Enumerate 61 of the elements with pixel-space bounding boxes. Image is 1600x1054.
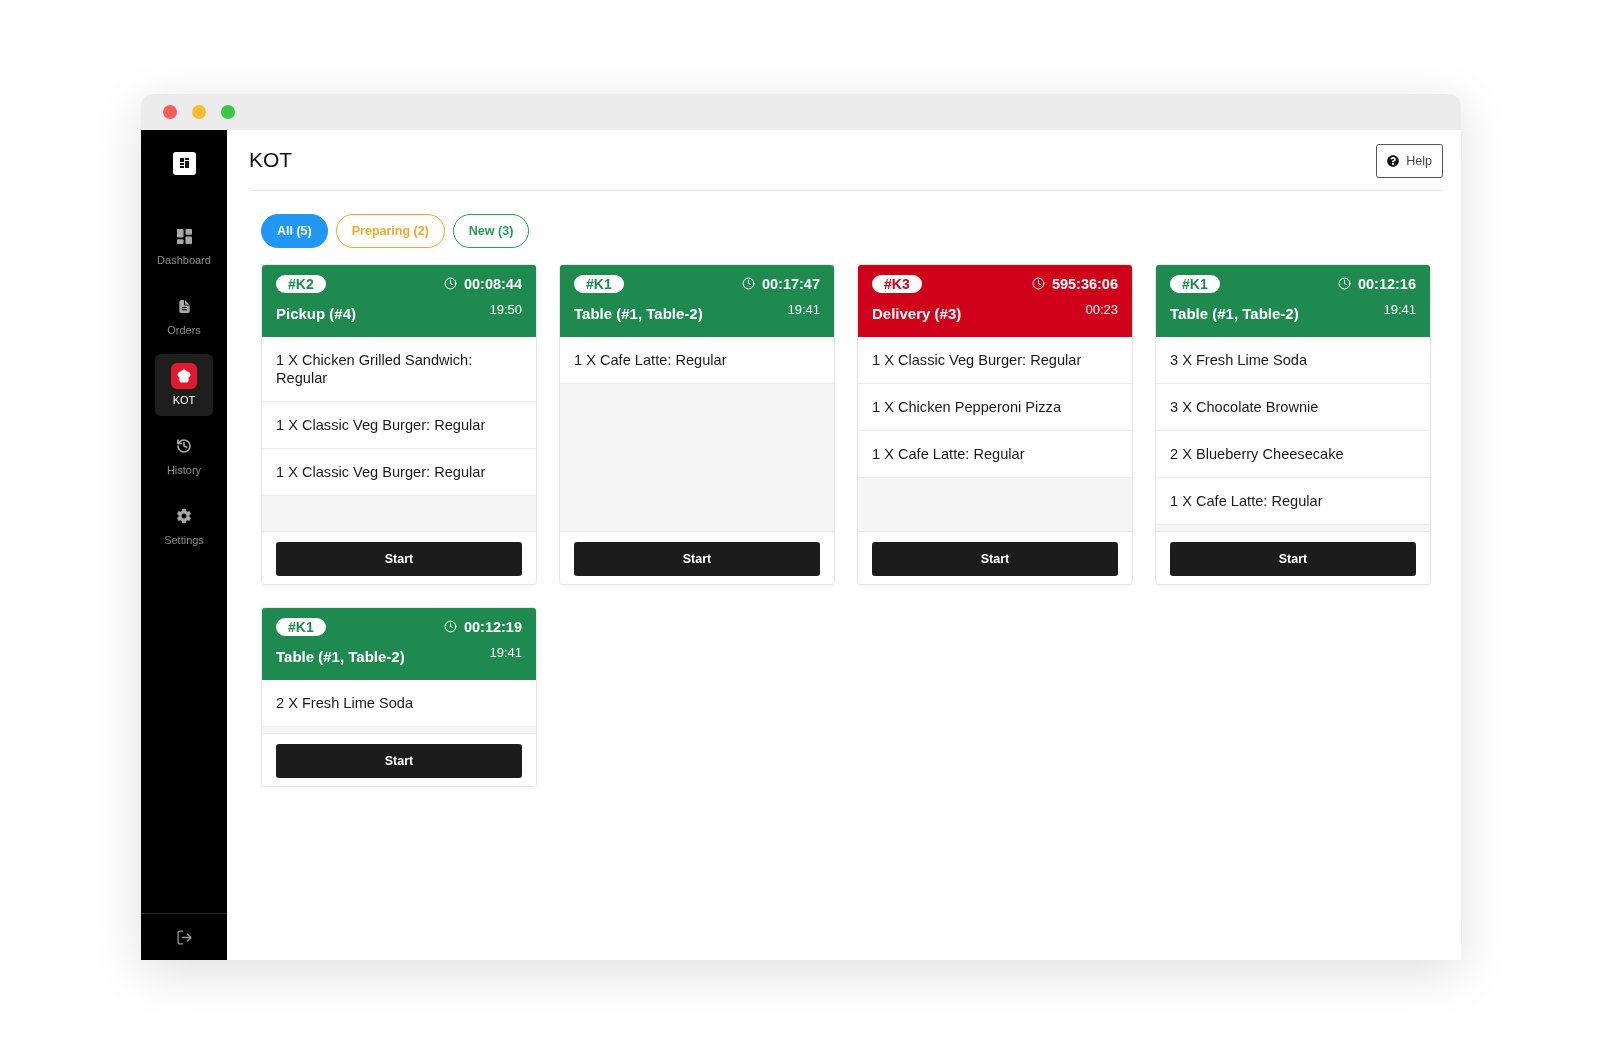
minimize-button[interactable] [192,105,206,119]
order-item: 2 X Blueberry Cheesecake [1156,431,1430,478]
chef-hat-icon [171,363,197,389]
start-button[interactable]: Start [276,542,522,576]
order-time: 00:23 [1085,301,1118,319]
start-button[interactable]: Start [276,744,522,778]
start-button[interactable]: Start [1170,542,1416,576]
gear-icon [176,508,192,524]
logout-icon[interactable] [175,928,193,946]
order-item: 1 X Chicken Pepperoni Pizza [858,384,1132,431]
order-item: 3 X Fresh Lime Soda [1156,337,1430,384]
start-button[interactable]: Start [574,542,820,576]
ticket-badge: #K1 [574,274,624,293]
help-icon [1387,155,1400,167]
sidebar-item[interactable]: Orders [155,284,213,346]
history-icon [176,438,192,454]
clock-icon [741,277,755,290]
order-time: 19:50 [489,301,522,319]
sidebar-item[interactable]: KOT [155,354,213,416]
sidebar-item[interactable]: Settings [155,494,213,556]
clock-icon [1337,277,1351,290]
start-button[interactable]: Start [872,542,1118,576]
elapsed-timer: 595:36:06 [1051,274,1118,293]
filter-tab[interactable]: New (3) [452,214,530,248]
ticket-badge: #K2 [276,274,326,293]
sidebar-item[interactable]: Dashboard [155,214,213,276]
order-time: 19:41 [787,301,820,319]
clock-icon [443,620,457,633]
ticket-badge: #K1 [276,617,326,636]
order-time: 19:41 [1383,301,1416,319]
elapsed-timer: 00:12:16 [1357,274,1416,293]
clock-icon [443,277,457,290]
order-type-label: Table (#1, Table-2) [574,304,703,324]
order-type-label: Delivery (#3) [872,304,962,324]
order-item: 1 X Classic Veg Burger: Regular [262,402,536,449]
order-type-label: Pickup (#4) [276,304,357,324]
elapsed-timer: 00:08:44 [463,274,522,293]
elapsed-timer: 00:12:19 [463,617,522,636]
order-item: 1 X Classic Veg Burger: Regular [858,337,1132,384]
order-item: 1 X Cafe Latte: Regular [1156,478,1430,525]
order-item: 3 X Chocolate Brownie [1156,384,1430,431]
order-type-label: Table (#1, Table-2) [1170,304,1299,324]
order-item: 1 X Chicken Grilled Sandwich: Regular [262,337,536,402]
ticket-badge: #K1 [1170,274,1220,293]
order-type-label: Table (#1, Table-2) [276,647,405,667]
elapsed-timer: 00:17:47 [761,274,820,293]
order-item: 1 X Classic Veg Burger: Regular [262,449,536,496]
help-button[interactable]: Help [1376,144,1443,178]
order-item: 1 X Cafe Latte: Regular [858,431,1132,478]
sidebar-item[interactable]: History [155,424,213,486]
logo-icon [172,152,196,175]
order-item: 2 X Fresh Lime Soda [262,680,536,727]
zoom-button[interactable] [221,105,235,119]
close-button[interactable] [163,105,177,119]
order-time: 19:41 [489,644,522,662]
order-item: 1 X Cafe Latte: Regular [560,337,834,384]
document-icon [176,298,192,314]
page-title: KOT [249,148,293,172]
clock-icon [1031,277,1045,290]
ticket-badge: #K3 [872,274,922,293]
dashboard-icon [176,228,192,244]
